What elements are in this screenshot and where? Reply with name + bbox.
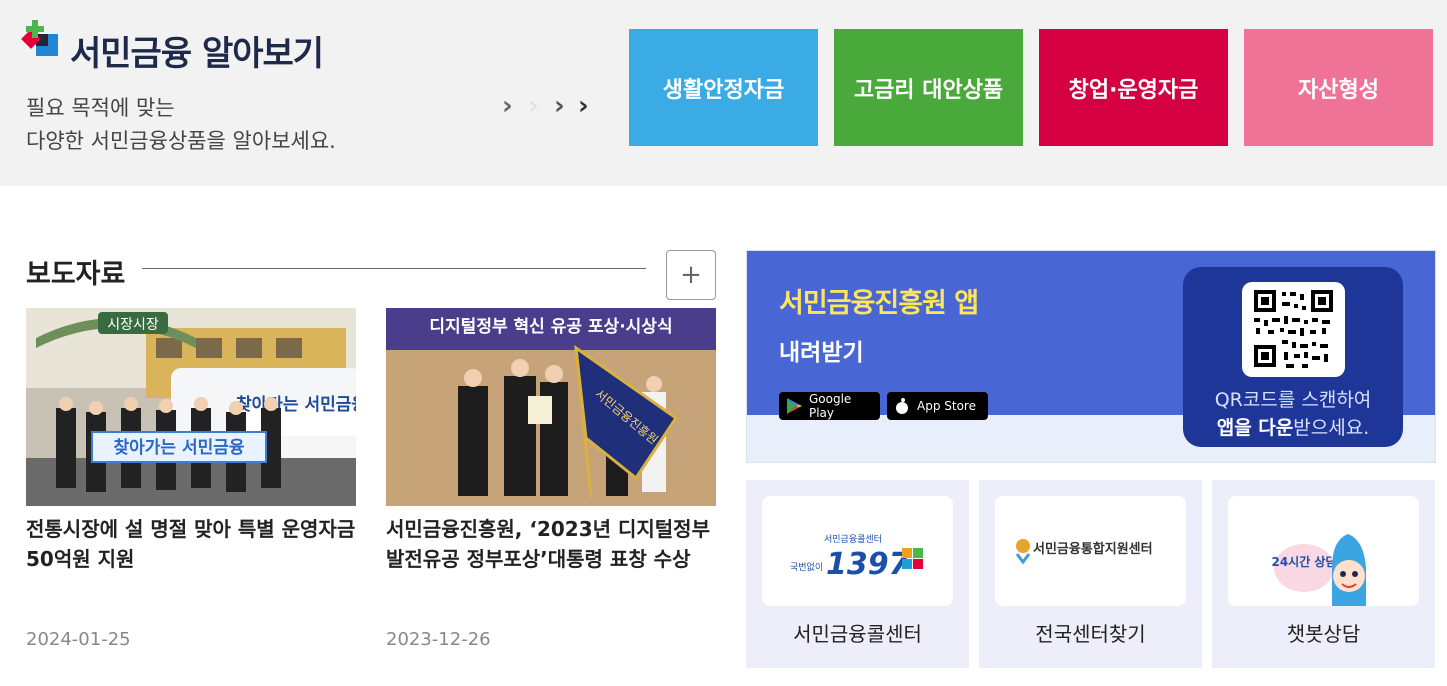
service-label: 서민금융콜센터 bbox=[793, 622, 922, 646]
intro-desc-line2: 다양한 서민금융상품을 알아보세요. bbox=[26, 129, 336, 153]
chevron-right-icon: › › › › bbox=[502, 91, 589, 121]
app-store-label: App Store bbox=[917, 399, 976, 413]
service-label: 챗봇상담 bbox=[1286, 622, 1361, 646]
category-startup-fund-button[interactable]: 창업·운영자금 bbox=[1039, 29, 1228, 146]
category-asset-building-button[interactable]: 자산형성 bbox=[1244, 29, 1433, 146]
google-play-button[interactable]: Google Play bbox=[779, 392, 880, 420]
service-label: 전국센터찾기 bbox=[1035, 622, 1146, 646]
brand-logo-icon bbox=[21, 20, 62, 58]
news-item-date: 2023-12-26 bbox=[386, 629, 491, 650]
service-find-center[interactable]: 서민금융통합지원센터 전국센터찾기 bbox=[979, 480, 1202, 668]
qr-instruction-line1: QR코드를 스캔하여 bbox=[1214, 389, 1372, 411]
image-banner-text: 찾아가는 서민금융 bbox=[113, 437, 244, 458]
app-banner-title: 서민금융진흥원 앱 bbox=[779, 288, 979, 319]
app-store-button[interactable]: App Store bbox=[887, 392, 988, 420]
service-call-center[interactable]: 서민금융콜센터 국번없이 1397 서민금융콜센터 bbox=[746, 480, 969, 668]
intro-title: 서민금융 알아보기 bbox=[70, 34, 324, 74]
logo-top-text: 서민금융콜센터 bbox=[824, 534, 882, 545]
google-play-label: Google Play bbox=[808, 392, 852, 420]
news-item-date: 2024-01-25 bbox=[26, 629, 131, 650]
divider bbox=[142, 268, 646, 269]
support-center-logo: 서민금융통합지원센터 bbox=[995, 496, 1186, 606]
chatbot-logo: 24시간 상담 bbox=[1228, 496, 1419, 606]
apple-icon bbox=[896, 398, 908, 414]
category-living-fund-button[interactable]: 생활안정자금 bbox=[629, 29, 818, 146]
news-item-title[interactable]: 전통시장에 설 명절 맞아 특별 운영자금 50억원 지원 bbox=[26, 514, 361, 574]
news-more-button[interactable]: + bbox=[666, 250, 716, 300]
image-van-text: 찾아가는 서민금융 bbox=[236, 394, 356, 415]
image-banner-text: 디지털정부 혁신 유공 포상·시상식 bbox=[429, 316, 672, 337]
qr-code-icon bbox=[1242, 282, 1345, 377]
logo-small-text: 국번없이 bbox=[790, 562, 823, 573]
service-chatbot[interactable]: 24시간 상담 챗봇상담 bbox=[1212, 480, 1435, 668]
qr-panel: QR코드를 스캔하여 앱을 다운받으세요. bbox=[1183, 267, 1403, 447]
intro-desc-line1: 필요 목적에 맞는 bbox=[26, 96, 175, 120]
app-download-banner: 서민금융진흥원 앱 내려받기 Google Play App Store QR코… bbox=[746, 250, 1436, 463]
logo-text: 서민금융통합지원센터 bbox=[1033, 541, 1153, 557]
category-high-interest-alt-button[interactable]: 고금리 대안상품 bbox=[834, 29, 1023, 146]
news-section-title: 보도자료 bbox=[26, 259, 126, 290]
google-play-icon bbox=[786, 398, 802, 414]
logo-text: 24시간 상담 bbox=[1271, 554, 1336, 569]
news-thumbnail[interactable]: 시장시장 찾아가는 서민금융 찾아가는 서민금융 bbox=[26, 308, 356, 506]
app-banner-subtitle: 내려받기 bbox=[779, 340, 864, 366]
call-center-logo: 서민금융콜센터 국번없이 1397 bbox=[762, 496, 953, 606]
logo-number-text: 1397 bbox=[826, 547, 910, 582]
image-sign-text: 시장시장 bbox=[107, 317, 159, 333]
qr-instruction-line2: 앱을 다운받으세요. bbox=[1216, 417, 1370, 439]
news-item-title[interactable]: 서민금융진흥원, ‘2023년 디지털정부 발전유공 정부포상’대통령 표창 수… bbox=[386, 514, 721, 574]
news-thumbnail[interactable]: 디지털정부 혁신 유공 포상·시상식 서민금융진흥원 bbox=[386, 308, 716, 506]
